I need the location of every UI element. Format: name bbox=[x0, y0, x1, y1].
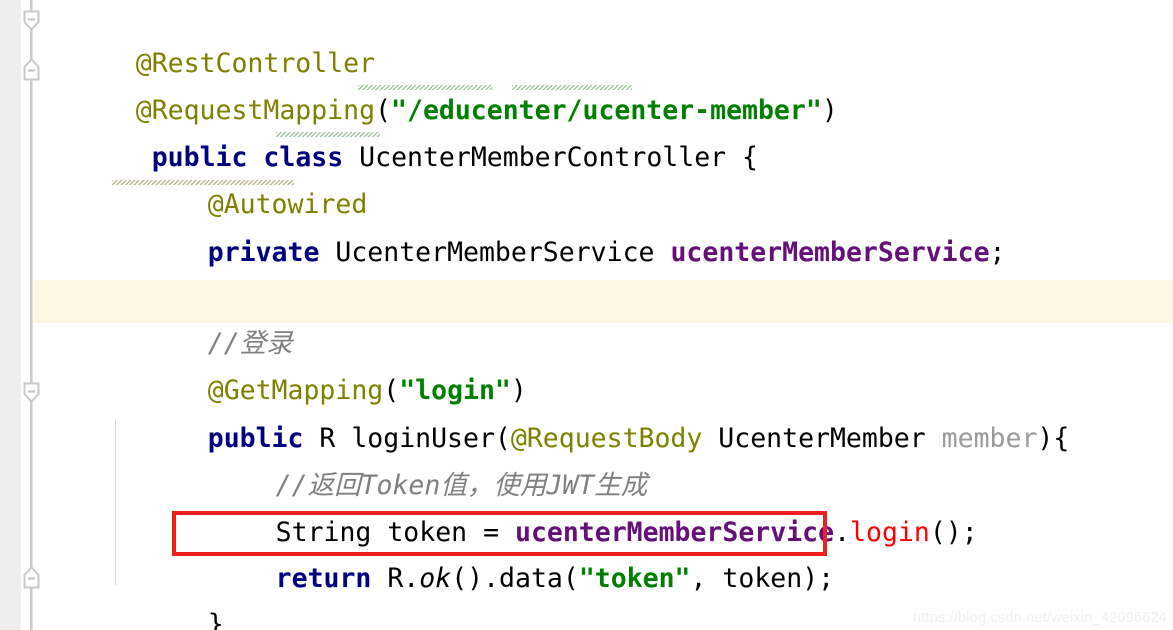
spellcheck-squiggle-ucenter-classname bbox=[276, 132, 380, 137]
call-args-tail: , token); bbox=[690, 563, 835, 594]
param-type-ucentermember: UcenterMember bbox=[702, 423, 942, 454]
code-editor-screenshot: @RestController @RequestMapping("/educen… bbox=[0, 0, 1173, 630]
semicolon-1: ; bbox=[989, 237, 1006, 268]
static-method-ok: ok bbox=[419, 563, 452, 594]
code-line-12[interactable]: return R.ok().data("token", token); bbox=[148, 514, 834, 594]
watermark-url: https://blog.csdn.net/weixin_42096624 bbox=[912, 610, 1167, 626]
chain-data-call: ().data( bbox=[451, 563, 579, 594]
code-text-area[interactable]: @RestController @RequestMapping("/educen… bbox=[33, 0, 1173, 630]
code-line-3[interactable]: public class UcenterMemberController { bbox=[40, 93, 758, 173]
keyword-private: private bbox=[207, 237, 320, 268]
space-3 bbox=[319, 237, 335, 268]
signature-tail: ){ bbox=[1037, 423, 1070, 454]
paren-close: ) bbox=[821, 95, 838, 126]
space-4 bbox=[654, 237, 670, 268]
param-name-member: member bbox=[941, 423, 1038, 454]
code-line-2[interactable]: @RequestMapping("/educenter/ucenter-memb… bbox=[40, 46, 838, 126]
fold-marker-restcontroller[interactable] bbox=[19, 9, 44, 34]
field-ucentermemberservice: ucenterMemberService bbox=[670, 237, 990, 268]
code-line-8[interactable]: @GetMapping("login") bbox=[112, 326, 527, 406]
call-tail-1: (); bbox=[929, 517, 978, 548]
closing-brace-class: } bbox=[207, 609, 224, 630]
editor-gutter[interactable] bbox=[0, 0, 21, 630]
fold-marker-requestmapping[interactable] bbox=[19, 57, 44, 82]
code-line-13[interactable]: } bbox=[112, 560, 224, 630]
code-line-11[interactable]: String token = ucenterMemberService.logi… bbox=[148, 468, 978, 548]
fold-marker-loginuser-method[interactable] bbox=[19, 381, 44, 406]
method-call-login-error: login bbox=[850, 517, 930, 548]
class-name-ucentermembercontroller: UcenterMemberController { bbox=[359, 142, 759, 173]
dot-1: . bbox=[834, 517, 851, 548]
string-token-key: "token" bbox=[578, 563, 691, 594]
code-line-4[interactable]: @Autowired bbox=[112, 140, 368, 220]
spellcheck-squiggle-ucenter-member bbox=[512, 85, 632, 90]
type-ucentermemberservice: UcenterMemberService bbox=[335, 237, 655, 268]
spellcheck-squiggle-autowired bbox=[112, 180, 294, 185]
code-line-9[interactable]: public R loginUser(@RequestBody UcenterM… bbox=[112, 374, 1070, 454]
code-line-5[interactable]: private UcenterMemberService ucenterMemb… bbox=[112, 188, 1006, 268]
gutter-separator bbox=[21, 0, 30, 630]
code-line-7[interactable]: //登录 bbox=[112, 279, 293, 359]
keyword-return: return bbox=[275, 563, 372, 594]
fold-marker-class-close[interactable] bbox=[19, 565, 44, 590]
code-line-1[interactable]: @RestController bbox=[40, 0, 375, 79]
r-class-ref: R. bbox=[371, 563, 420, 594]
code-line-10[interactable]: //返回Token值，使用JWT生成 bbox=[148, 421, 648, 501]
indent-space-4 bbox=[244, 563, 276, 594]
spellcheck-squiggle-educenter bbox=[358, 85, 492, 90]
